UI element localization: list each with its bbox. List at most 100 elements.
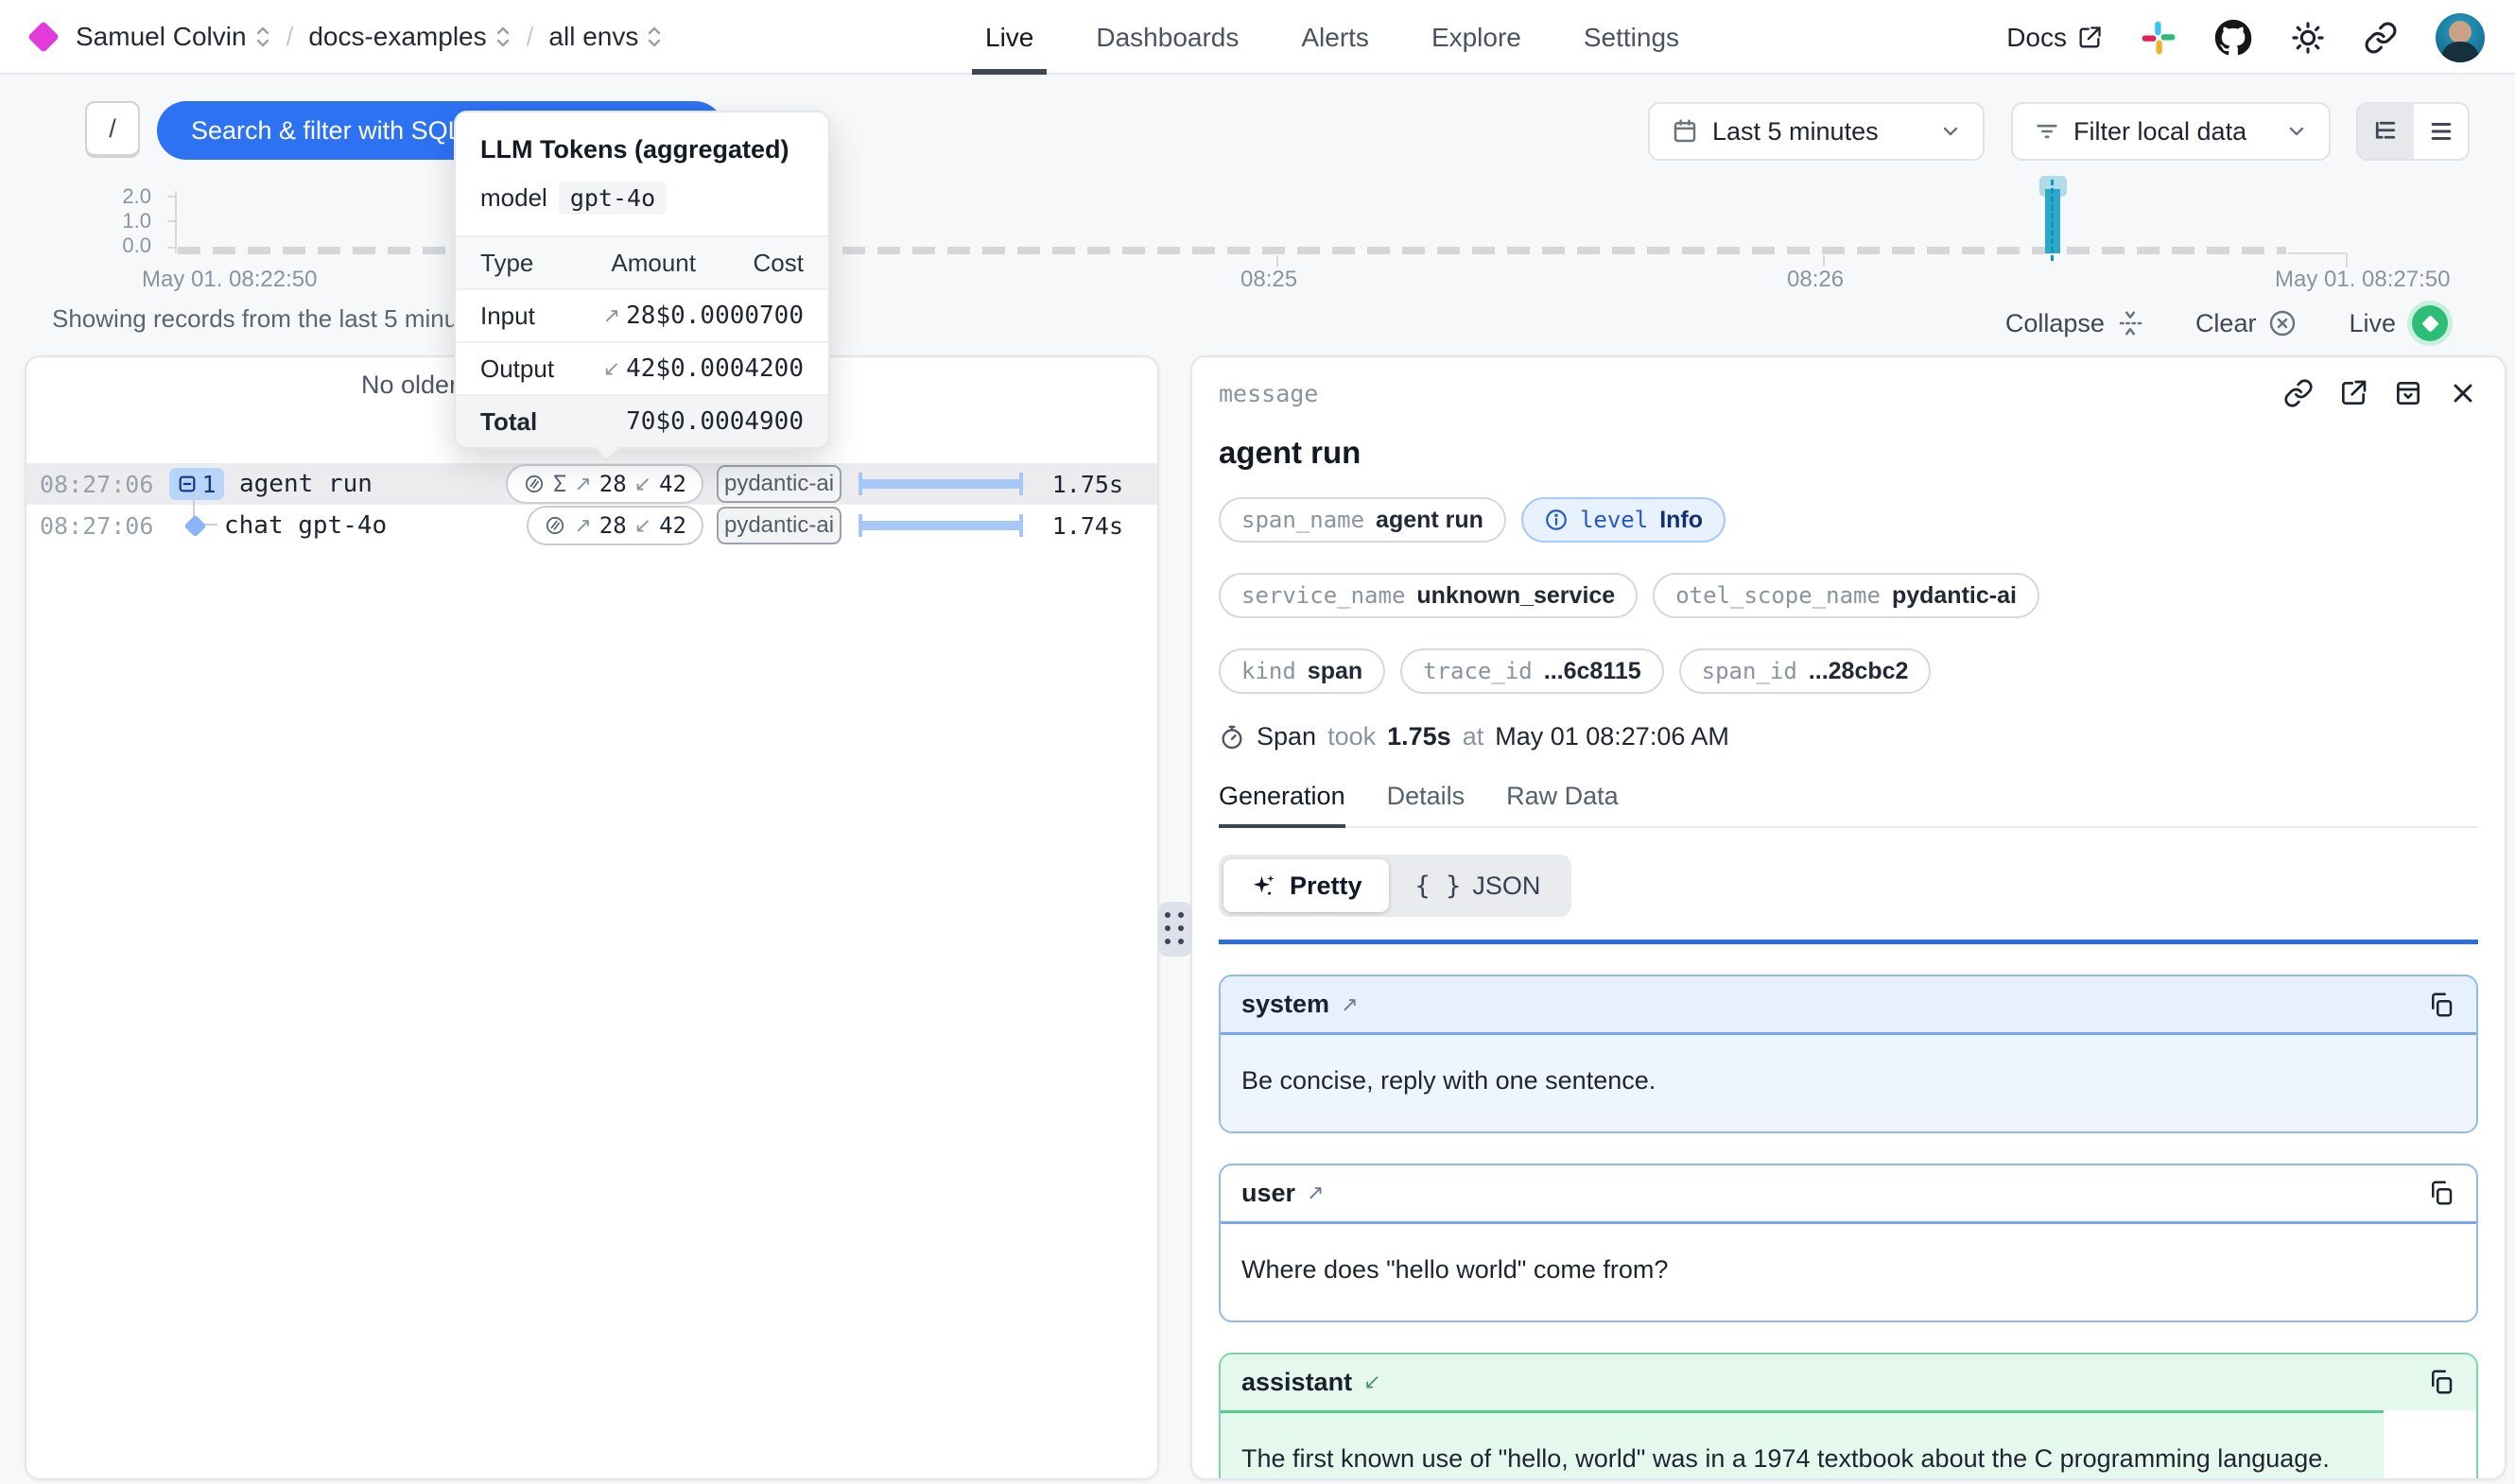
time-range-dropdown[interactable]: Last 5 minutes [1648,102,1985,161]
filter-local-data-dropdown[interactable]: Filter local data [2011,102,2331,161]
timing-noun: Span [1257,722,1316,751]
live-toggle[interactable]: Live [2349,301,2453,346]
tree-view-button[interactable] [2358,104,2412,159]
attr-trace-id[interactable]: trace_id ...6c8115 [1400,648,1663,694]
span-title: agent run [1219,435,2478,471]
copy-link-icon[interactable] [2283,378,2314,408]
duration-value: 1.74s [1032,512,1123,540]
share-link-icon[interactable] [2364,21,2398,55]
attr-service-name[interactable]: service_name unknown_service [1219,573,1638,618]
slack-icon[interactable] [2141,20,2177,56]
message-role: assistant [1241,1368,1352,1397]
duration-value: 1.75s [1032,471,1123,498]
panel-resize-handle[interactable] [1158,902,1192,957]
search-shortcut-key[interactable]: / [85,101,140,156]
sigma-icon: Σ [553,471,566,497]
status-controls: Collapse Clear Live [2005,301,2453,346]
collapse-button[interactable]: Collapse [2005,309,2144,338]
attr-span-name[interactable]: span_name agent run [1219,497,1506,543]
close-icon[interactable] [2448,378,2478,408]
y-axis-tick: 2.0 [95,184,151,209]
message-direction-icon: ↙ [1363,1370,1380,1394]
list-view-icon [2427,117,2455,146]
copy-icon[interactable] [2427,991,2455,1019]
attr-kind[interactable]: kind span [1219,648,1385,694]
model-value: gpt-4o [559,181,667,215]
tooltip-row-input: Input ↗28 $0.0000700 [456,288,828,341]
nav-explore[interactable]: Explore [1431,0,1521,75]
nav-settings[interactable]: Settings [1584,0,1679,75]
span-name: chat gpt-4o [224,511,387,540]
json-toggle[interactable]: { } JSON [1389,859,1568,912]
y-axis-tickmark [167,220,175,222]
attr-value: Info [1659,507,1703,534]
docs-link[interactable]: Docs [2006,23,2103,53]
tooltip-table-header: Type Amount Cost [456,235,828,288]
braces-icon: { } [1415,871,1462,901]
token-usage-badge[interactable]: Σ ↗28 ↙42 [506,464,703,504]
tooltip-row-output: Output ↙42 $0.0004200 [456,341,828,394]
message-card-system: system ↗ Be concise, reply with one sent… [1219,975,2478,1133]
chevron-up-down-icon [494,25,512,49]
open-in-new-icon[interactable] [2338,378,2368,408]
section-rule-top [1219,940,2478,944]
copy-icon[interactable] [2427,1368,2455,1396]
token-usage-badge[interactable]: ↗28 ↙42 [527,506,703,545]
breadcrumb-project[interactable]: docs-examples [308,22,511,52]
copy-icon[interactable] [2427,1179,2455,1207]
github-icon[interactable] [2214,19,2252,57]
attr-key: span_id [1702,658,1797,684]
scope-tag[interactable]: pydantic-ai [717,465,841,503]
coin-icon [523,473,546,495]
info-icon [1544,508,1569,532]
breadcrumb-org[interactable]: Samuel Colvin [76,22,271,52]
chevron-down-icon [2285,120,2308,143]
message-content: The first known use of "hello, world" wa… [1221,1410,2384,1480]
timing-at: at [1463,722,1484,751]
token-in-icon: ↗ [574,472,591,496]
breadcrumb-env[interactable]: all envs [548,22,663,52]
token-amount: 42 [626,354,655,383]
stopwatch-icon [1219,724,1245,751]
attr-level[interactable]: level Info [1521,497,1726,543]
user-avatar[interactable] [2436,13,2485,62]
live-indicator-icon [2407,301,2453,346]
token-cost: $0.0004200 [655,354,804,383]
message-card-assistant: assistant ↙ The first known use of "hell… [1219,1353,2478,1480]
message-direction-icon: ↗ [1341,992,1358,1017]
chevron-up-down-icon [646,25,663,49]
llm-tokens-tooltip: LLM Tokens (aggregated) model gpt-4o Typ… [454,111,830,449]
coin-icon [544,514,566,537]
tokens-out: 42 [659,512,686,539]
timing-timestamp: May 01 08:27:06 AM [1495,722,1729,751]
clear-label: Clear [2195,309,2257,338]
token-cost: $0.0004900 [655,407,804,436]
tab-details[interactable]: Details [1387,782,1466,826]
dock-panel-icon[interactable] [2393,378,2423,408]
tab-raw-data[interactable]: Raw Data [1506,782,1619,826]
attr-value: agent run [1376,507,1483,534]
span-attributes: span_name agent run level Info service_n… [1219,497,2164,694]
nav-dashboards[interactable]: Dashboards [1096,0,1239,75]
docs-label: Docs [2006,23,2067,53]
message-role: user [1241,1179,1295,1208]
scope-tag[interactable]: pydantic-ai [717,507,841,544]
duration-bar [859,473,1023,495]
attr-span-id[interactable]: span_id ...28cbc2 [1679,648,1932,694]
theme-sun-icon[interactable] [2290,20,2326,56]
attr-otel-scope-name[interactable]: otel_scope_name pydantic-ai [1653,573,2039,618]
attr-key: span_name [1241,507,1364,533]
list-view-button[interactable] [2412,104,2468,159]
nav-live[interactable]: Live [985,0,1033,75]
collapse-icon [2116,309,2144,337]
header-actions: Docs [2006,0,2485,75]
clear-button[interactable]: Clear [2195,308,2298,338]
nav-alerts[interactable]: Alerts [1301,0,1369,75]
pretty-toggle[interactable]: Pretty [1223,859,1389,912]
trace-row-chat-gpt4o[interactable]: 08:27:06 chat gpt-4o ↗28 ↙42 pydantic-ai… [26,505,1157,546]
x-axis-end [2288,252,2348,267]
row-type: Input [480,302,571,331]
y-axis-tick: 0.0 [95,233,151,258]
message-role: system [1241,990,1329,1019]
tab-generation[interactable]: Generation [1219,782,1345,826]
